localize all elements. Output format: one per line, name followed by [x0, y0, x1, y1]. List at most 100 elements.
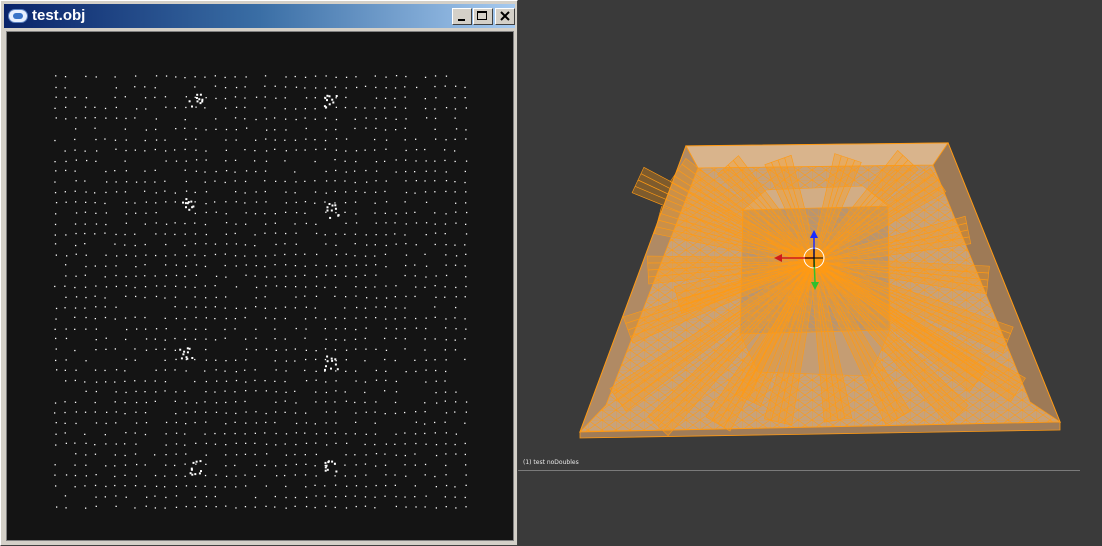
point [404, 496, 406, 498]
3d-viewport[interactable]: (1) test noDoubles [518, 0, 1102, 546]
point [155, 75, 158, 77]
point [305, 222, 307, 225]
mesh-model [579, 142, 1061, 439]
point [365, 127, 367, 129]
point [114, 243, 116, 245]
point [65, 96, 67, 99]
point [284, 317, 286, 320]
point [85, 97, 88, 99]
point [394, 87, 397, 89]
point [54, 243, 57, 245]
panel-divider[interactable] [518, 470, 1080, 471]
point [214, 180, 216, 182]
point [304, 87, 306, 89]
point [194, 380, 196, 383]
point [205, 129, 207, 131]
point [344, 475, 346, 477]
maximize-button[interactable] [473, 8, 493, 25]
point [455, 286, 457, 289]
point [65, 234, 67, 236]
point [205, 243, 207, 245]
point [465, 464, 467, 466]
point [55, 485, 57, 487]
point [435, 380, 437, 382]
point [364, 191, 366, 194]
point [330, 357, 333, 360]
point [75, 232, 77, 235]
point [144, 391, 146, 393]
point [165, 444, 167, 446]
point [265, 412, 267, 415]
point [104, 369, 106, 372]
point-cloud-viewport[interactable] [6, 31, 514, 541]
point [224, 264, 226, 267]
point [385, 474, 387, 476]
point [424, 411, 426, 413]
point [214, 318, 216, 320]
point [175, 317, 177, 320]
point [64, 87, 66, 89]
point [284, 286, 287, 288]
point [405, 149, 407, 152]
minimize-button[interactable] [452, 8, 472, 25]
point [175, 485, 177, 487]
point [175, 421, 177, 424]
point [295, 286, 297, 288]
point [425, 381, 427, 383]
point [275, 307, 277, 309]
point [365, 433, 367, 435]
point [195, 463, 197, 465]
point [425, 276, 427, 278]
point [365, 234, 367, 236]
point [235, 265, 237, 267]
point [264, 213, 266, 215]
point [245, 274, 247, 276]
point [155, 391, 157, 393]
point [375, 369, 377, 372]
point [185, 198, 188, 201]
point [165, 464, 167, 466]
point [196, 93, 199, 96]
point [136, 108, 138, 110]
point [274, 254, 276, 256]
point [85, 390, 87, 392]
point [185, 160, 187, 162]
point [165, 264, 167, 266]
title-bar[interactable]: test.obj [4, 4, 515, 28]
point [285, 507, 287, 509]
point [264, 232, 266, 234]
point [445, 171, 447, 173]
point [144, 433, 147, 436]
point [328, 95, 331, 98]
point [54, 192, 57, 194]
point [435, 454, 438, 457]
point [125, 222, 127, 224]
point [191, 206, 194, 209]
point [134, 233, 136, 235]
point [274, 360, 276, 362]
point [374, 244, 376, 246]
point [335, 484, 337, 486]
point [85, 75, 87, 78]
point [364, 255, 367, 257]
close-button[interactable] [495, 8, 515, 25]
point [384, 107, 386, 109]
point [174, 464, 176, 467]
point [395, 495, 397, 498]
point [325, 75, 327, 77]
point [264, 170, 267, 172]
point [305, 286, 307, 288]
point [254, 432, 256, 434]
point [415, 138, 417, 140]
point [94, 444, 96, 446]
point [205, 191, 208, 193]
point [274, 232, 277, 234]
point [135, 411, 137, 413]
point [424, 432, 426, 435]
point [115, 306, 117, 308]
point [74, 349, 76, 352]
point [54, 161, 56, 163]
point [145, 338, 148, 340]
point [125, 117, 127, 120]
point [295, 422, 298, 425]
